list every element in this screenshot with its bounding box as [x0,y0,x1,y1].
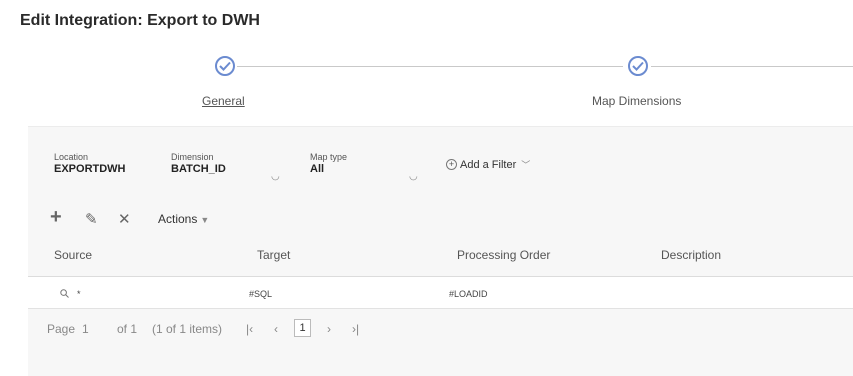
step-map-dimensions-marker[interactable] [628,56,648,76]
map-type-filter-label: Map type [310,152,348,162]
add-filter-label: Add a Filter [460,158,517,171]
page-value: 1 [82,322,89,336]
first-page-icon[interactable]: |‹ [246,322,253,336]
map-type-filter[interactable]: Map type All [310,152,347,175]
checkmark-icon [219,61,231,71]
caret-down-icon: ▼ [200,215,210,225]
target-cell[interactable]: #SQL [249,289,272,299]
source-cell[interactable]: * [77,289,81,299]
search-icon[interactable] [60,289,69,298]
actions-label: Actions [158,212,198,226]
page-of-label: of 1 [117,322,138,336]
column-header-source[interactable]: Source [54,248,92,262]
page-title: Edit Integration: Export to DWH [20,12,260,29]
chevron-down-icon: ﹀ [521,160,531,170]
delete-icon[interactable]: ✕ [118,210,131,228]
page-label: Page [47,322,76,336]
plus-circle-icon: + [446,159,457,170]
edit-icon[interactable]: ✎ [85,210,98,228]
location-filter-label: Location [54,152,89,162]
location-filter[interactable]: Location EXPORTDWH [54,152,126,175]
add-row-icon[interactable]: + [50,206,62,229]
step-general-marker[interactable] [215,56,235,76]
previous-page-icon[interactable]: ‹ [274,322,278,336]
step-connector [237,66,623,67]
column-header-processing-order[interactable]: Processing Order [457,248,550,262]
location-filter-value: EXPORTDWH [54,163,126,175]
column-header-target[interactable]: Target [257,248,290,262]
step-map-dimensions-label[interactable]: Map Dimensions [592,94,681,108]
actions-menu[interactable]: Actions ▼ [158,212,209,226]
map-type-dropdown-icon[interactable]: ◡ [409,171,418,182]
last-page-icon[interactable]: ›| [352,322,359,336]
table-row[interactable]: * #SQL #LOADID [28,277,853,309]
checkmark-icon [632,61,644,71]
add-filter-button[interactable]: + Add a Filter ﹀ [446,158,530,171]
dimension-filter[interactable]: Dimension BATCH_ID [171,152,226,175]
next-page-icon[interactable]: › [327,322,331,336]
processing-order-cell[interactable]: #LOADID [449,289,488,299]
items-summary: (1 of 1 items) [152,322,223,336]
step-general-label[interactable]: General [202,94,245,108]
column-header-description[interactable]: Description [661,248,721,262]
dimension-filter-label: Dimension [171,152,214,162]
mapping-panel [28,126,853,376]
current-page-input[interactable]: 1 [294,319,311,337]
dimension-dropdown-icon[interactable]: ◡ [271,171,280,182]
step-connector-right [651,66,853,67]
map-type-filter-value: All [310,163,325,175]
dimension-filter-value: BATCH_ID [171,163,226,175]
